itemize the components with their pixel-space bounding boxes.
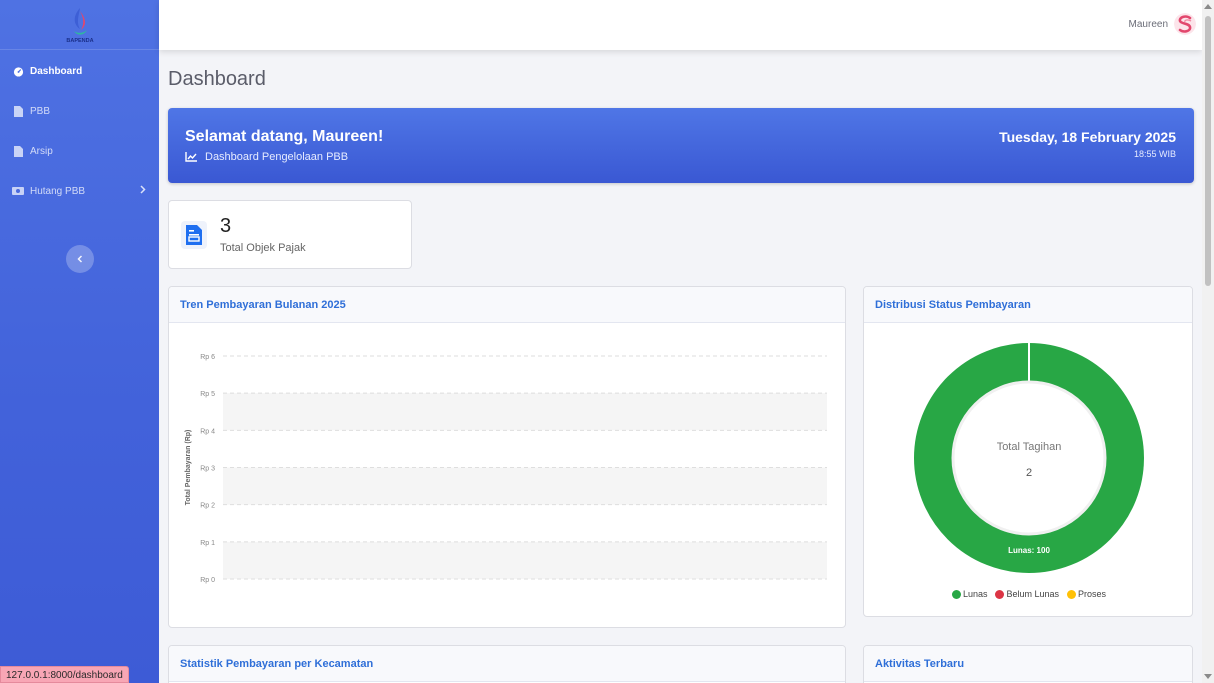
legend-item-proses[interactable]: Proses (1067, 589, 1106, 599)
legend-marker (1067, 589, 1077, 599)
trend-card-title: Tren Pembayaran Bulanan 2025 (169, 287, 845, 323)
sidebar-item-label: PBB (30, 105, 51, 117)
sidebar-item-label: Dashboard (30, 65, 83, 77)
legend-marker (951, 589, 961, 599)
stat-label: Total Objek Pajak (220, 242, 306, 254)
sidebar: BAPENDA Dashboard PBB Arsip Hutang PBB (0, 0, 159, 683)
sidebar-item-pbb[interactable]: PBB (0, 91, 159, 131)
status-bar-url: 127.0.0.1:8000/dashboard (0, 666, 129, 683)
scroll-up-arrow-icon[interactable] (1204, 4, 1212, 9)
scroll-thumb[interactable] (1205, 16, 1211, 286)
welcome-subtitle: Dashboard Pengelolaan PBB (185, 151, 348, 163)
y-tick-label: Rp 4 (200, 428, 215, 435)
file-icon (12, 145, 24, 157)
chevron-left-icon (77, 250, 83, 268)
sidebar-item-label: Hutang PBB (30, 185, 86, 197)
y-tick-label: Rp 0 (200, 577, 215, 584)
trend-line-chart: Rp 0 Rp 1 Rp 2 Rp 3 Rp 4 Rp 5 Rp 6 Total Pembay… (185, 354, 827, 584)
tachometer-icon (12, 65, 24, 77)
donut-hole (951, 380, 1107, 536)
page-title: Dashboard (168, 68, 266, 90)
legend-label: Lunas (962, 589, 988, 599)
sidebar-item-dashboard[interactable]: Dashboard (0, 51, 159, 91)
distribution-donut-chart: Total Tagihan 2 Lunas: 100 (914, 342, 1144, 573)
donut-center-value: 2 (1026, 467, 1032, 479)
legend-item-belum-lunas[interactable]: Belum Lunas (995, 589, 1059, 599)
activity-card: Aktivitas Terbaru (863, 645, 1193, 683)
bapenda-logo: BAPENDA (66, 7, 93, 44)
welcome-greeting: Selamat datang, Maureen! (185, 128, 384, 145)
y-tick-label: Rp 1 (200, 540, 215, 547)
sidebar-item-hutang-pbb[interactable]: Hutang PBB (0, 171, 159, 211)
user-menu[interactable]: Maureen (1129, 13, 1196, 35)
legend-item-lunas[interactable]: Lunas (951, 589, 988, 599)
avatar (1174, 13, 1196, 35)
y-axis-label: Total Pembayaran (Rp) (185, 430, 192, 506)
document-icon (181, 221, 207, 249)
slice-data-label: Lunas: 100 (1008, 546, 1050, 555)
chart-legend: Lunas Belum Lunas Proses (864, 589, 1192, 599)
sidebar-item-label: Arsip (30, 145, 53, 157)
y-tick-label: Rp 6 (200, 354, 215, 361)
activity-card-title: Aktivitas Terbaru (864, 646, 1192, 682)
y-tick-label: Rp 5 (200, 391, 215, 398)
svg-text:BAPENDA: BAPENDA (66, 38, 93, 44)
money-icon (12, 185, 24, 197)
stat-card-total-objek-pajak: 3 Total Objek Pajak (168, 200, 412, 269)
distribution-card: Distribusi Status Pembayaran Total Tagih… (863, 286, 1193, 617)
vertical-scrollbar[interactable] (1202, 0, 1214, 683)
kecamatan-card: Statistik Pembayaran per Kecamatan (168, 645, 846, 683)
legend-label: Proses (1078, 589, 1107, 599)
grid-band (223, 541, 827, 579)
brand[interactable]: BAPENDA (0, 0, 159, 50)
grid-band (223, 467, 827, 505)
legend-label: Belum Lunas (1006, 589, 1060, 599)
kecamatan-card-title: Statistik Pembayaran per Kecamatan (169, 646, 845, 682)
y-tick-label: Rp 3 (200, 466, 215, 473)
file-icon (12, 105, 24, 117)
user-name: Maureen (1128, 18, 1168, 30)
y-tick-label: Rp 2 (200, 503, 215, 510)
donut-center-label: Total Tagihan (997, 441, 1062, 453)
legend-marker (995, 589, 1005, 599)
distribution-card-title: Distribusi Status Pembayaran (864, 287, 1192, 323)
chevron-right-icon (140, 185, 146, 197)
trend-card: Tren Pembayaran Bulanan 2025 Rp 0 Rp 1 Rp … (168, 286, 846, 628)
welcome-banner: Selamat datang, Maureen! Dashboard Penge… (168, 108, 1194, 183)
stat-value: 3 (220, 215, 232, 237)
sidebar-item-arsip[interactable]: Arsip (0, 131, 159, 171)
welcome-subtitle-text: Dashboard Pengelolaan PBB (205, 151, 349, 163)
topbar: Maureen (159, 0, 1202, 50)
scroll-down-arrow-icon[interactable] (1204, 674, 1212, 679)
current-time: 18:55 WIB (1133, 149, 1176, 159)
line-chart-icon (185, 152, 197, 162)
sidebar-toggle-button[interactable] (66, 245, 94, 273)
grid-band (223, 393, 827, 431)
current-date: Tuesday, 18 February 2025 (999, 129, 1176, 145)
